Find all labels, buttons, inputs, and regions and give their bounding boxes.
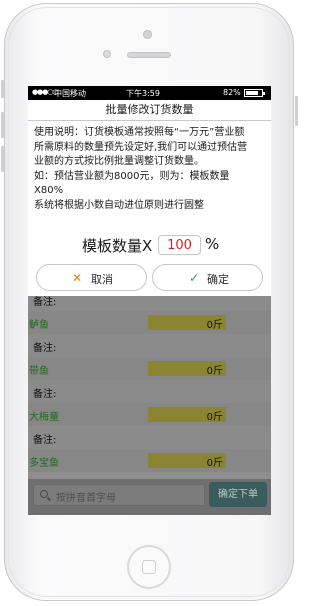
instruction-line: 系统将根据小数自动进位原则进行圆整 [34,199,204,211]
item-unit: 斤 [213,412,223,423]
list-item[interactable]: 多宝鱼 0斤 [28,449,271,472]
power-button [295,96,298,126]
item-unit: 斤 [213,366,223,377]
item-name: 大梅童 [29,412,59,423]
search-input[interactable]: 按拼音首字母 [33,484,205,506]
divider [28,120,271,121]
confirm-order-button[interactable]: 确定下单 [209,482,267,507]
item-name: 多宝鱼 [29,458,59,469]
instruction-line: X80% [34,185,64,196]
battery-fill [246,91,258,95]
multiplier-row: 模板数量X % [28,233,271,257]
earpiece-speaker [127,52,171,58]
note-row[interactable]: 备注: [28,426,271,449]
phone-screen: ●●●○○ 中国移动 下午3:59 82% 备注: 鲈鱼 0斤 备注: 带鱼 0… [28,86,271,515]
item-unit: 斤 [213,458,223,469]
mute-switch [1,80,4,98]
multiplier-label: 模板数量X [82,237,153,255]
home-button[interactable] [127,545,171,589]
instruction-line: 使用说明：订货模板通常按照每“一万元”营业额 [34,127,245,138]
instruction-line: 所需原料的数量预先设定好,我们可以通过预估营 [34,141,248,153]
check-icon: ✓ [189,271,200,285]
item-name: 带鱼 [29,366,49,377]
home-square-icon [142,560,156,574]
status-time: 下午3:59 [126,89,160,98]
note-label: 备注: [33,435,57,446]
instruction-line: 如：预估营业额为8000元，则为：模板数量 [34,170,230,182]
instructions-text: 使用说明：订货模板通常按照每“一万元”营业额 所需原料的数量预先设定好,我们可以… [34,126,268,213]
volume-down-button [1,146,4,172]
quantity-field[interactable]: 0斤 [148,315,226,331]
list-item[interactable]: 带鱼 0斤 [28,357,271,380]
batch-edit-dialog: 批量修改订货数量 使用说明：订货模板通常按照每“一万元”营业额 所需原料的数量预… [28,100,271,296]
quantity-field[interactable]: 0斤 [148,361,226,377]
carrier-name: 中国移动 [54,89,86,98]
list-item[interactable]: 鲈鱼 0斤 [28,311,271,334]
battery-icon [244,89,265,97]
percent-sign: % [205,235,220,253]
front-camera [143,30,152,39]
multiplier-input[interactable] [158,235,201,255]
cancel-button[interactable]: ✕ 取消 [36,264,147,291]
battery-percent: 82% [223,88,241,97]
note-label: 备注: [33,389,57,400]
cancel-label: 取消 [91,273,113,286]
quantity-field[interactable]: 0斤 [148,407,226,423]
quantity-field[interactable]: 0斤 [148,453,226,469]
note-row[interactable]: 备注: [28,380,271,403]
search-placeholder: 按拼音首字母 [56,493,116,504]
confirm-button[interactable]: ✓ 确定 [152,264,263,291]
dialog-title: 批量修改订货数量 [105,103,194,116]
instruction-line: 业额的方式按比例批量调整订货数量。 [34,156,204,167]
item-unit: 斤 [213,320,223,331]
bottom-bar: 按拼音首字母 确定下单 [28,479,271,515]
volume-up-button [1,112,4,138]
search-icon [40,490,48,498]
list-item[interactable]: 大梅童 0斤 [28,403,271,426]
status-bar: ●●●○○ 中国移动 下午3:59 82% [28,86,271,100]
note-label: 备注: [33,343,57,354]
proximity-sensor [103,50,111,58]
close-icon: ✕ [72,271,83,285]
note-row[interactable]: 备注: [28,334,271,357]
item-name: 鲈鱼 [29,320,49,331]
confirm-label: 确定 [207,273,229,286]
